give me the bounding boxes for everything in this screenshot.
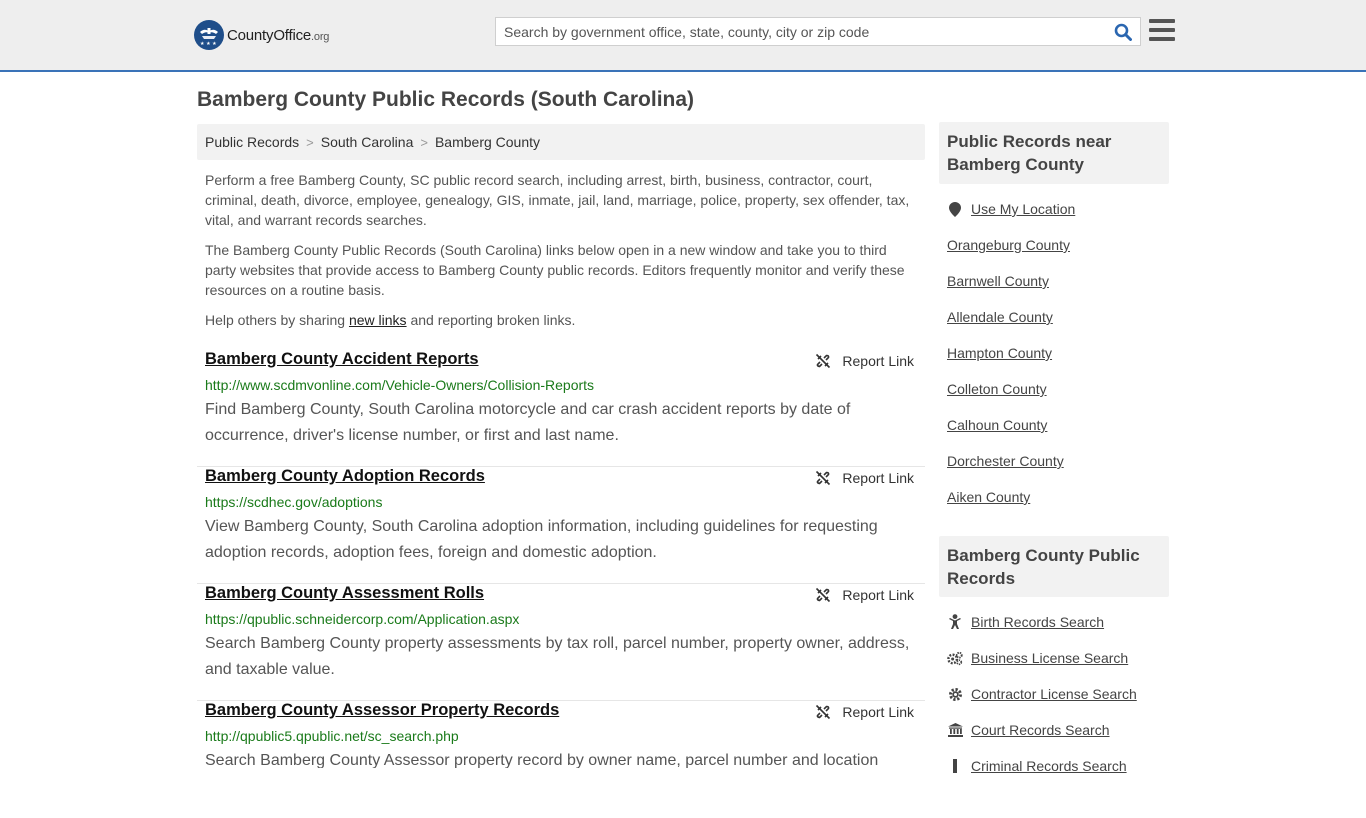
search-input[interactable] <box>496 18 1106 45</box>
report-link-label: Report Link <box>842 587 914 603</box>
intro-paragraph-3: Help others by sharing new links and rep… <box>205 310 917 330</box>
gear-icon <box>947 686 963 702</box>
business-license-link[interactable]: Business License Search <box>947 650 1128 666</box>
record-description: View Bamberg County, South Carolina adop… <box>205 518 878 561</box>
record-item: Bamberg County Assessor Property Records… <box>197 701 925 818</box>
broken-link-icon <box>816 704 831 720</box>
nearby-county-link[interactable]: Calhoun County <box>947 417 1047 433</box>
search-icon <box>1114 23 1132 41</box>
handcuffs-icon <box>947 758 963 774</box>
record-item: Bamberg County Assessment Rolls Report L… <box>197 584 925 701</box>
report-link-button[interactable]: Report Link <box>815 353 914 369</box>
record-title-link[interactable]: Bamberg County Assessor Property Records <box>205 701 559 720</box>
logo-emblem-icon: ★ ★ ★ <box>194 20 224 50</box>
intro-report-text: and reporting broken links. <box>406 312 576 328</box>
nearby-county-link[interactable]: Hampton County <box>947 345 1052 361</box>
page-title: Bamberg County Public Records (South Car… <box>197 88 695 111</box>
record-title-link[interactable]: Bamberg County Accident Reports <box>205 350 479 369</box>
report-link-label: Report Link <box>842 704 914 720</box>
baby-icon <box>947 614 963 630</box>
site-logo[interactable]: ★ ★ ★ CountyOffice.org <box>194 20 329 50</box>
report-link-label: Report Link <box>842 470 914 486</box>
birth-records-link[interactable]: Birth Records Search <box>947 614 1104 630</box>
nearby-county-link[interactable]: Orangeburg County <box>947 237 1070 253</box>
contractor-license-link[interactable]: Contractor License Search <box>947 686 1137 702</box>
gears-icon <box>947 650 963 666</box>
hamburger-menu-icon[interactable] <box>1149 19 1175 43</box>
record-url-link[interactable]: http://qpublic5.qpublic.net/sc_search.ph… <box>205 728 459 744</box>
record-url-link[interactable]: https://scdhec.gov/adoptions <box>205 494 382 510</box>
record-item: Bamberg County Adoption Records Report L… <box>197 467 925 584</box>
report-link-button[interactable]: Report Link <box>815 470 914 486</box>
intro-paragraph-2: The Bamberg County Public Records (South… <box>205 242 905 298</box>
search-button[interactable] <box>1106 18 1140 45</box>
breadcrumb-separator-icon: > <box>420 134 428 150</box>
use-my-location-link[interactable]: Use My Location <box>947 201 1075 217</box>
record-url-link[interactable]: http://www.scdmvonline.com/Vehicle-Owner… <box>205 377 594 393</box>
criminal-records-label: Criminal Records Search <box>971 758 1127 774</box>
record-description: Search Bamberg County property assessmen… <box>205 635 910 678</box>
breadcrumb: Public Records > South Carolina > Bamber… <box>197 124 925 160</box>
record-description: Find Bamberg County, South Carolina moto… <box>205 401 851 444</box>
nearby-county-link[interactable]: Allendale County <box>947 309 1053 325</box>
breadcrumb-south-carolina[interactable]: South Carolina <box>321 134 414 150</box>
court-records-link[interactable]: Court Records Search <box>947 722 1110 738</box>
breadcrumb-public-records[interactable]: Public Records <box>205 134 299 150</box>
logo-tld-text: .org <box>311 30 330 43</box>
courthouse-icon <box>947 722 963 738</box>
intro-share-text: Help others by sharing <box>205 312 349 328</box>
nearby-county-link[interactable]: Aiken County <box>947 489 1030 505</box>
intro-paragraph-1: Perform a free Bamberg County, SC public… <box>205 172 910 228</box>
court-records-label: Court Records Search <box>971 722 1110 738</box>
report-link-button[interactable]: Report Link <box>815 587 914 603</box>
broken-link-icon <box>816 353 831 369</box>
map-pin-icon <box>947 201 963 217</box>
birth-records-label: Birth Records Search <box>971 614 1105 630</box>
record-title-link[interactable]: Bamberg County Adoption Records <box>205 467 485 486</box>
svg-text:★ ★ ★: ★ ★ ★ <box>200 41 217 47</box>
use-my-location-label: Use My Location <box>971 201 1076 217</box>
criminal-records-link[interactable]: Criminal Records Search <box>947 758 1127 774</box>
search-bar <box>495 17 1141 46</box>
logo-wordmark: CountyOffice.org <box>227 27 329 44</box>
new-links-link[interactable]: new links <box>349 312 407 328</box>
top-header: ★ ★ ★ CountyOffice.org <box>0 0 1366 72</box>
record-title-link[interactable]: Bamberg County Assessment Rolls <box>205 584 484 603</box>
business-license-label: Business License Search <box>971 650 1129 666</box>
contractor-license-label: Contractor License Search <box>971 686 1137 702</box>
record-url-link[interactable]: https://qpublic.schneidercorp.com/Applic… <box>205 611 519 627</box>
county-records-heading: Bamberg County Public Records <box>939 536 1169 597</box>
report-link-label: Report Link <box>842 353 914 369</box>
logo-main-text: CountyOffice <box>227 26 312 44</box>
nearby-heading: Public Records near Bamberg County <box>939 122 1169 184</box>
breadcrumb-bamberg-county[interactable]: Bamberg County <box>435 134 540 150</box>
breadcrumb-separator-icon: > <box>306 134 314 150</box>
nearby-county-link[interactable]: Barnwell County <box>947 273 1049 289</box>
broken-link-icon <box>816 587 831 603</box>
record-item: Bamberg County Accident Reports Report L… <box>197 350 925 467</box>
nearby-county-link[interactable]: Colleton County <box>947 381 1047 397</box>
report-link-button[interactable]: Report Link <box>815 704 914 720</box>
nearby-county-link[interactable]: Dorchester County <box>947 453 1064 469</box>
record-description: Search Bamberg County Assessor property … <box>205 752 879 768</box>
broken-link-icon <box>816 470 831 486</box>
